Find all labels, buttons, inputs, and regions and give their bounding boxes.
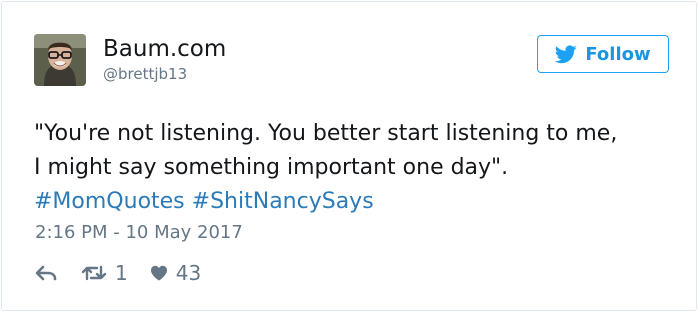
user-photo-avatar-icon [34,34,86,86]
twitter-bird-icon [555,44,577,63]
follow-button-label: Follow [585,43,651,65]
tweet-actions: 1 43 [35,260,201,286]
follow-button[interactable]: Follow [537,35,669,73]
reply-button[interactable] [35,265,57,281]
hashtag-link[interactable]: #MomQuotes [34,189,185,214]
user-handle[interactable]: @brettjb13 [103,65,187,83]
tweet-card: Baum.com @brettjb13 Follow "You're not l… [1,1,697,311]
like-count: 43 [175,261,202,285]
hashtag-link[interactable]: #ShitNancySays [192,189,374,214]
reply-icon [35,265,57,281]
avatar[interactable] [34,34,86,86]
heart-icon [150,265,167,281]
display-name[interactable]: Baum.com [103,35,226,63]
tweet-text-line-2: I might say something important one day"… [34,155,509,180]
like-button[interactable]: 43 [150,261,201,285]
retweet-button[interactable]: 1 [81,261,128,285]
tweet-hashtags: #MomQuotes #ShitNancySays [34,185,684,219]
tweet-text: "You're not listening. You better start … [34,117,684,219]
tweet-text-line-1: "You're not listening. You better start … [34,121,618,146]
retweet-count: 1 [115,261,128,285]
retweet-icon [81,265,107,281]
tweet-timestamp[interactable]: 2:16 PM - 10 May 2017 [35,222,243,244]
